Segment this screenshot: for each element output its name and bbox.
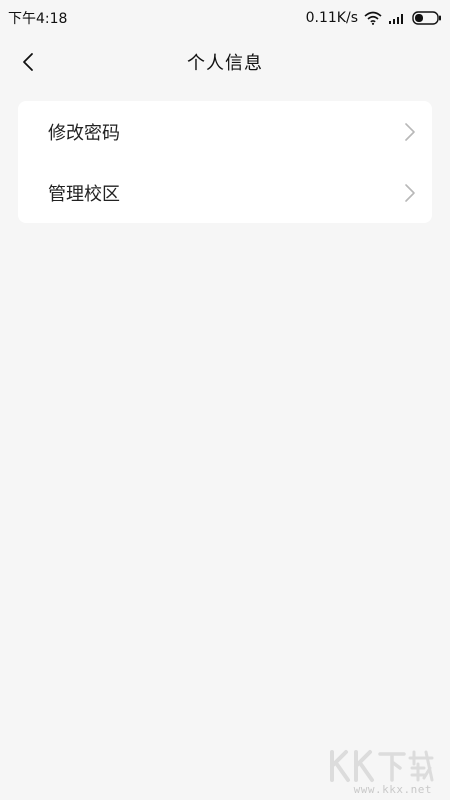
signal-icon [388, 12, 406, 24]
menu-item-change-password[interactable]: 修改密码 [18, 101, 432, 162]
back-button[interactable] [8, 36, 48, 88]
kk-logo [330, 750, 434, 782]
page-title: 个人信息 [187, 53, 263, 74]
watermark: www.kkx.net [322, 750, 442, 796]
menu-item-manage-campus[interactable]: 管理校区 [18, 162, 432, 223]
status-right: 0.11K/s [306, 10, 442, 26]
battery-icon [412, 11, 442, 25]
menu-item-label: 修改密码 [48, 122, 120, 144]
chevron-left-icon [23, 53, 33, 71]
chevron-right-icon [405, 183, 415, 202]
network-speed: 0.11K/s [305, 10, 358, 26]
header: 个人信息 [0, 36, 450, 88]
chevron-right-icon [405, 122, 415, 141]
status-time: 下午4:18 [8, 11, 68, 27]
settings-card: 修改密码 管理校区 [18, 101, 432, 223]
wifi-icon [364, 11, 382, 25]
menu-item-label: 管理校区 [48, 183, 120, 205]
status-bar: 下午4:18 0.11K/s [0, 0, 450, 36]
watermark-url: www.kkx.net [353, 783, 432, 796]
